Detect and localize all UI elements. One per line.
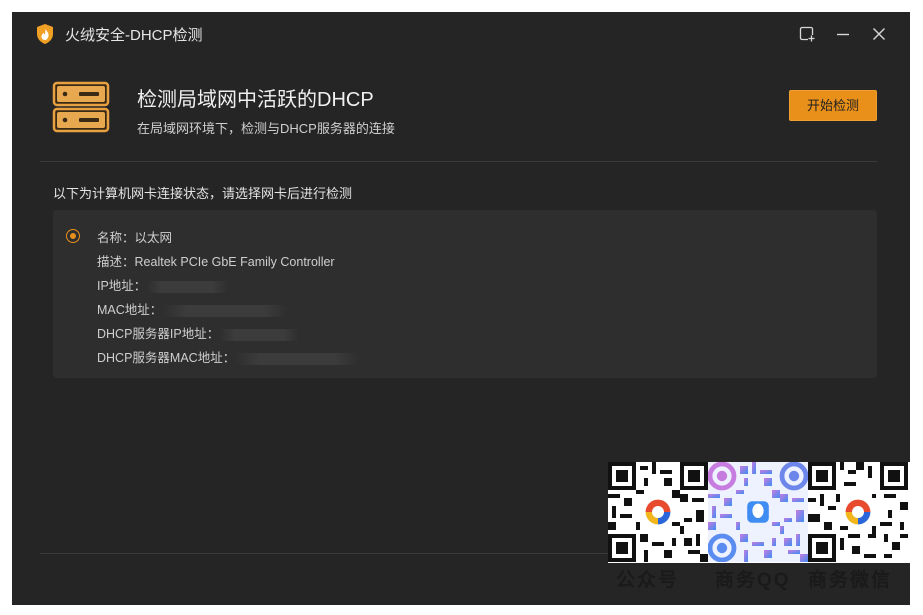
adapter-desc-value: Realtek PCIe GbE Family Controller [134,255,335,269]
minimize-icon[interactable] [833,24,853,44]
redacted-ip [146,280,229,293]
qr-code-wechat-public [608,462,708,562]
qr-code-business-wechat [808,462,908,562]
header-divider [40,161,877,162]
window-title: 火绒安全-DHCP检测 [65,27,203,44]
adapter-name-label: 名称： [97,231,135,245]
redacted-mac [162,304,289,317]
adapter-desc-label: 描述： [97,255,135,269]
redacted-dhcp-ip [219,328,300,341]
dhcp-ip-label: DHCP服务器IP地址： [97,327,220,341]
adapter-ip-row: IP地址： [97,275,229,294]
page-subtitle: 在局域网环境下，检测与DHCP服务器的连接 [137,121,395,136]
qr-label-qq: 商务QQ [715,570,791,591]
dhcp-mac-row: DHCP服务器MAC地址： [97,347,360,366]
dhcp-ip-row: DHCP服务器IP地址： [97,323,300,342]
pin-window-icon[interactable] [797,24,817,44]
radio-selected-icon[interactable] [66,229,80,243]
adapter-card[interactable]: 名称：以太网 描述：Realtek PCIe GbE Family Contro… [53,210,877,378]
qr-label-public: 公众号 [616,570,680,591]
adapter-desc-row: 描述：Realtek PCIe GbE Family Controller [97,251,335,270]
radio-dot [69,232,76,239]
dhcp-mac-label: DHCP服务器MAC地址： [97,351,236,365]
qr-code-strip [608,462,910,563]
qr-label-wechat: 商务微信 [808,570,893,591]
title-bar[interactable]: 火绒安全-DHCP检测 [12,12,910,56]
server-icon [52,80,110,134]
adapter-ip-label: IP地址： [97,279,147,293]
close-icon[interactable] [869,24,889,44]
select-adapter-prompt: 以下为计算机网卡连接状态，请选择网卡后进行检测 [53,186,353,201]
huorong-shield-icon [36,23,54,45]
qr-code-business-qq [708,462,808,562]
start-detect-button[interactable]: 开始检测 [789,90,877,121]
adapter-mac-row: MAC地址： [97,299,289,318]
page-title: 检测局域网中活跃的DHCP [137,89,374,111]
adapter-name-value: 以太网 [134,231,173,245]
redacted-dhcp-mac [235,352,360,365]
adapter-mac-label: MAC地址： [97,303,163,317]
adapter-name-row: 名称：以太网 [97,227,172,246]
